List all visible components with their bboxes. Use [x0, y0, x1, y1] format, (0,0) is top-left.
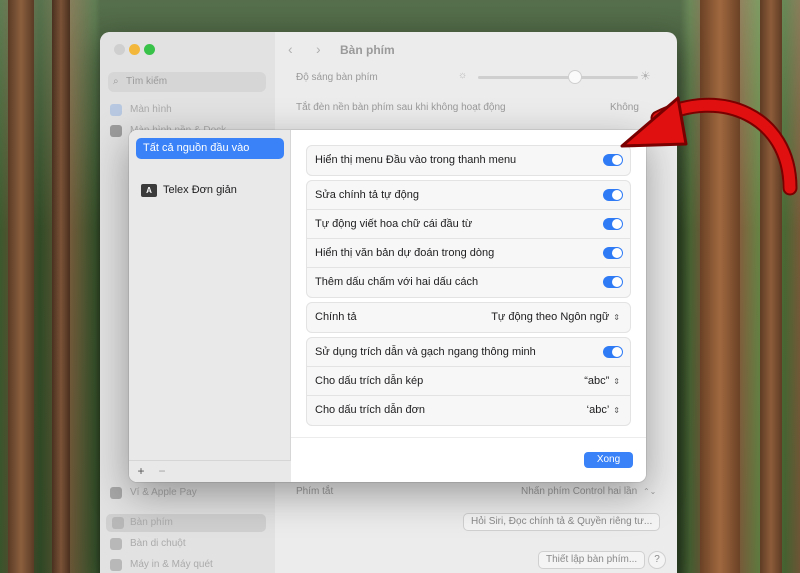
done-button[interactable]: Xong — [584, 452, 633, 468]
sidebar-item-label: Bàn phím — [130, 517, 173, 528]
chevron-updown-icon: ⌃⌄ — [642, 487, 657, 496]
row-label: Cho dấu trích dẫn kép — [315, 375, 424, 387]
sidebar-item-trackpad[interactable]: Bàn di chuột — [110, 535, 186, 553]
row-label: Hiển thị văn bản dự đoán trong dòng — [315, 247, 495, 259]
chevron-updown-icon: ⇕ — [613, 377, 620, 386]
sidebar-item-label: Ví & Apple Pay — [130, 487, 197, 498]
brightness-low-icon: ☼ — [458, 70, 468, 81]
row-show-input-menu: Hiển thị menu Đầu vào trong thanh menu — [307, 146, 630, 175]
search-icon: ⌕ — [113, 76, 119, 87]
row-auto-capitalize: Tự động viết hoa chữ cái đầu từ — [307, 210, 630, 239]
window-title: Bàn phím — [340, 43, 395, 57]
sidebar-item-printers[interactable]: Máy in & Máy quét — [110, 556, 213, 573]
source-telex-label: Telex Đơn giản — [163, 184, 237, 196]
minimize-window-button[interactable] — [129, 44, 140, 55]
single-quotes-value: ‘abc’ — [586, 404, 610, 416]
siri-dictation-privacy-button[interactable]: Hỏi Siri, Đọc chính tả & Quyền riêng tư.… — [463, 513, 661, 531]
red-arrow-annotation — [620, 96, 798, 196]
row-double-space-period: Thêm dấu chấm với hai dấu cách — [307, 268, 630, 297]
keyboard-icon — [112, 517, 124, 529]
forward-chevron-icon[interactable]: › — [316, 41, 321, 57]
shortcuts-value[interactable]: Nhấn phím Control hai lần ⌃⌄ — [521, 486, 656, 497]
input-source-a-icon: A — [141, 183, 157, 197]
search-placeholder: Tìm kiếm — [126, 76, 168, 87]
row-label: Cho dấu trích dẫn đơn — [315, 404, 425, 416]
tree-trunk — [52, 0, 70, 573]
wallet-icon — [110, 487, 122, 499]
inline-predictive-toggle[interactable] — [603, 247, 623, 259]
row-label: Hiển thị menu Đầu vào trong thanh menu — [315, 154, 517, 166]
settings-group-typing: Sửa chính tả tự động Tự động viết hoa ch… — [306, 180, 631, 298]
row-label: Sửa chính tả tự động — [315, 189, 420, 201]
double-quotes-popup[interactable]: “abc” ⇕ — [584, 367, 620, 396]
close-window-button[interactable] — [114, 44, 125, 55]
tree-trunk — [8, 0, 34, 573]
row-autocorrect: Sửa chính tả tự động — [307, 181, 630, 210]
sidebar-item-label: Màn hình — [130, 104, 172, 115]
dock-icon — [110, 125, 122, 137]
row-label: Sử dụng trích dẫn và gạch ngang thông mi… — [315, 346, 536, 358]
chevron-updown-icon: ⇕ — [613, 406, 620, 415]
double-quotes-value: “abc” — [584, 375, 610, 387]
spelling-popup[interactable]: Tự động theo Ngôn ngữ ⇕ — [491, 303, 620, 332]
sidebar-item-display[interactable]: Màn hình — [110, 101, 172, 119]
brightness-slider-knob[interactable] — [568, 70, 582, 84]
keyboard-setup-button[interactable]: Thiết lập bàn phím... — [538, 551, 646, 569]
add-source-button[interactable]: + — [134, 464, 148, 478]
smart-quotes-toggle[interactable] — [603, 346, 623, 358]
settings-group-menu: Hiển thị menu Đầu vào trong thanh menu — [306, 145, 631, 176]
sheet-divider — [291, 437, 646, 438]
source-all-inputs[interactable]: Tất cả nguồn đầu vào — [136, 138, 284, 159]
row-double-quotes: Cho dấu trích dẫn kép “abc” ⇕ — [307, 367, 630, 396]
shortcuts-label: Phím tắt — [296, 486, 334, 497]
settings-search-field[interactable]: ⌕ Tìm kiếm — [108, 72, 266, 92]
settings-group-spelling: Chính tả Tự động theo Ngôn ngữ ⇕ — [306, 302, 631, 333]
row-inline-predictive: Hiển thị văn bản dự đoán trong dòng — [307, 239, 630, 268]
auto-capitalize-toggle[interactable] — [603, 218, 623, 230]
row-single-quotes: Cho dấu trích dẫn đơn ‘abc’ ⇕ — [307, 396, 630, 425]
zoom-window-button[interactable] — [144, 44, 155, 55]
input-sources-list: Tất cả nguồn đầu vào A Telex Đơn giản + − — [129, 130, 291, 482]
remove-source-button[interactable]: − — [155, 464, 169, 478]
sidebar-item-keyboard[interactable]: Bàn phím — [106, 514, 266, 532]
row-label: Thêm dấu chấm với hai dấu cách — [315, 276, 479, 288]
backlight-off-label: Tắt đèn nền bàn phím sau khi không hoạt … — [296, 102, 506, 113]
chevron-updown-icon: ⇕ — [613, 313, 620, 322]
sidebar-item-label: Máy in & Máy quét — [130, 559, 213, 570]
trackpad-icon — [110, 538, 122, 550]
row-label: Tự động viết hoa chữ cái đầu từ — [315, 218, 473, 230]
brightness-label: Độ sáng bàn phím — [296, 72, 378, 83]
spelling-popup-value: Tự động theo Ngôn ngữ — [491, 311, 610, 323]
sidebar-item-label: Bàn di chuột — [130, 538, 186, 549]
row-spelling: Chính tả Tự động theo Ngôn ngữ ⇕ — [307, 303, 630, 332]
sidebar-item-wallet[interactable]: Ví & Apple Pay — [110, 484, 197, 502]
double-space-period-toggle[interactable] — [603, 276, 623, 288]
help-button[interactable]: ? — [648, 551, 666, 569]
shortcuts-value-text: Nhấn phím Control hai lần — [521, 486, 638, 497]
source-telex[interactable]: A Telex Đơn giản — [141, 182, 237, 198]
sources-footer: + − — [129, 460, 291, 482]
input-settings-pane: Hiển thị menu Đầu vào trong thanh menu S… — [291, 130, 646, 482]
printer-icon — [110, 559, 122, 571]
single-quotes-popup[interactable]: ‘abc’ ⇕ — [587, 396, 620, 425]
settings-group-quotes: Sử dụng trích dẫn và gạch ngang thông mi… — [306, 337, 631, 426]
display-icon — [110, 104, 122, 116]
input-sources-sheet: Tất cả nguồn đầu vào A Telex Đơn giản + −… — [129, 130, 646, 482]
row-smart-quotes: Sử dụng trích dẫn và gạch ngang thông mi… — [307, 338, 630, 367]
row-label: Chính tả — [315, 311, 357, 323]
back-chevron-icon[interactable]: ‹ — [288, 41, 293, 57]
